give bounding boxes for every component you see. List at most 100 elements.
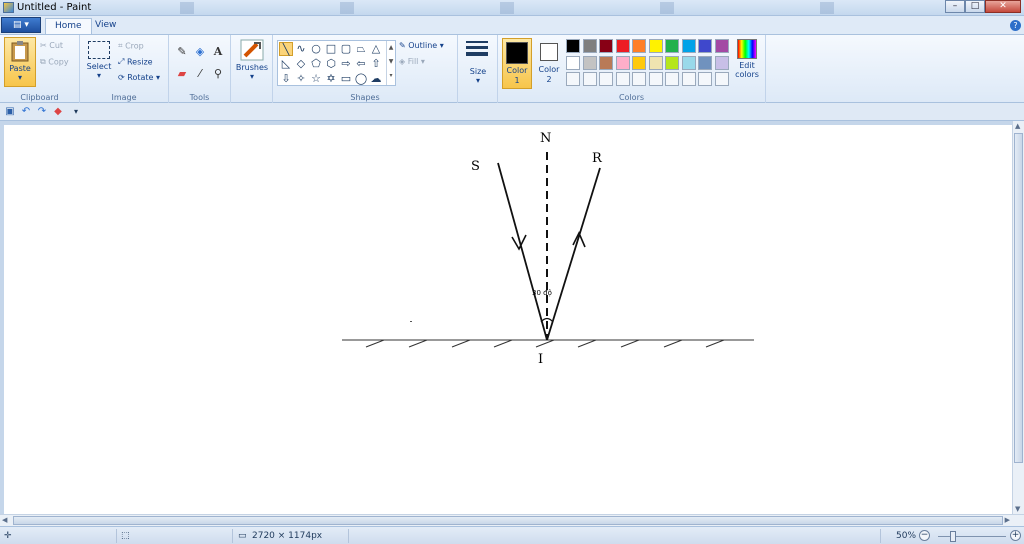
callout-shape-icon[interactable]: ▭: [339, 72, 353, 86]
maximize-button[interactable]: □: [965, 0, 985, 13]
undo-icon[interactable]: ↶: [20, 106, 32, 118]
palette-swatch[interactable]: [582, 55, 597, 70]
palette-swatch[interactable]: [632, 39, 646, 53]
cut-button[interactable]: ✂ Cut: [40, 41, 63, 50]
drawing-canvas[interactable]: N S R I 30 độ: [4, 125, 1012, 514]
close-button[interactable]: ✕: [985, 0, 1021, 13]
pencil-icon[interactable]: ✎: [174, 43, 190, 59]
magnifier-icon[interactable]: ⚲: [210, 65, 226, 81]
horizontal-scrollbar[interactable]: ◀ ▶: [0, 514, 1024, 526]
redo-icon[interactable]: ↷: [36, 106, 48, 118]
right-triangle-shape-icon[interactable]: ◺: [279, 57, 293, 71]
rotate-button[interactable]: ⟳ Rotate ▾: [118, 73, 160, 82]
palette-swatch[interactable]: [615, 39, 630, 53]
palette-swatch[interactable]: [582, 72, 597, 86]
palette-swatch[interactable]: [599, 72, 613, 86]
palette-swatch[interactable]: [566, 55, 580, 70]
hexagon-shape-icon[interactable]: ⬡: [324, 57, 338, 71]
brushes-button[interactable]: Brushes ▾: [235, 39, 269, 81]
scroll-right-icon[interactable]: ▶: [1005, 516, 1010, 524]
pentagon-shape-icon[interactable]: ⬠: [309, 57, 323, 71]
palette-swatch[interactable]: [665, 72, 679, 86]
zoom-slider-track[interactable]: [938, 536, 1006, 537]
palette-swatch[interactable]: [615, 72, 630, 86]
palette-swatch[interactable]: [698, 39, 712, 53]
eraser-icon[interactable]: ▰: [174, 65, 190, 81]
palette-swatch[interactable]: [714, 55, 729, 70]
shapes-gallery-scroll[interactable]: ▲ ▼ ▾: [386, 41, 395, 85]
tab-home[interactable]: Home: [45, 18, 92, 34]
crop-button[interactable]: ⌗ Crop: [118, 41, 144, 51]
six-point-star-shape-icon[interactable]: ✡: [324, 72, 338, 86]
triangle-shape-icon[interactable]: △: [369, 42, 383, 56]
palette-swatch[interactable]: [698, 72, 712, 86]
zoom-in-icon[interactable]: +: [1010, 530, 1021, 541]
line-shape-icon[interactable]: ╲: [279, 42, 293, 56]
eraser-qat-icon[interactable]: ◆: [52, 106, 64, 118]
right-arrow-shape-icon[interactable]: ⇨: [339, 57, 353, 71]
palette-swatch[interactable]: [566, 72, 580, 86]
horizontal-scroll-thumb[interactable]: [13, 516, 1003, 525]
up-arrow-shape-icon[interactable]: ⇧: [369, 57, 383, 71]
zoom-slider-thumb[interactable]: [950, 531, 956, 542]
palette-swatch[interactable]: [632, 55, 646, 70]
scroll-down-icon[interactable]: ▼: [1015, 505, 1020, 513]
palette-swatch[interactable]: [714, 39, 729, 53]
palette-swatch[interactable]: [599, 55, 613, 70]
help-icon[interactable]: ?: [1010, 20, 1021, 31]
polygon-shape-icon[interactable]: ⏢: [354, 42, 368, 56]
oval-shape-icon[interactable]: ○: [309, 42, 323, 56]
palette-swatch[interactable]: [665, 55, 679, 70]
palette-swatch[interactable]: [698, 55, 712, 70]
outline-button[interactable]: ✎ Outline ▾: [399, 41, 444, 50]
palette-swatch[interactable]: [582, 39, 597, 53]
vertical-scrollbar[interactable]: ▲ ▼: [1012, 121, 1024, 514]
left-arrow-shape-icon[interactable]: ⇦: [354, 57, 368, 71]
select-button[interactable]: Select ▾: [84, 41, 114, 80]
palette-swatch[interactable]: [681, 39, 696, 53]
text-tool-icon[interactable]: A: [210, 43, 226, 59]
diamond-shape-icon[interactable]: ◇: [294, 57, 308, 71]
palette-swatch[interactable]: [566, 39, 580, 53]
fill-button[interactable]: ◈ Fill ▾: [399, 57, 425, 66]
paste-button[interactable]: Paste ▾: [4, 37, 36, 87]
palette-swatch[interactable]: [648, 55, 663, 70]
palette-swatch[interactable]: [615, 55, 630, 70]
edit-colors-button[interactable]: Edit colors: [732, 39, 762, 79]
vertical-scroll-thumb[interactable]: [1014, 133, 1023, 463]
color-picker-icon[interactable]: ⁄: [192, 65, 208, 81]
color2-button[interactable]: Color 2: [534, 38, 564, 89]
shapes-group: ╲ ∿ ○ □ ▢ ⏢ △ ◺ ◇ ⬠ ⬡ ⇨ ⇦ ⇧ ⇩ ✧ ☆ ✡ ▭ ◯ …: [273, 35, 458, 103]
copy-button[interactable]: ⧉ Copy: [40, 57, 69, 67]
scroll-left-icon[interactable]: ◀: [2, 516, 7, 524]
palette-swatch[interactable]: [648, 39, 663, 53]
fill-bucket-icon[interactable]: ◈: [192, 43, 208, 59]
curve-shape-icon[interactable]: ∿: [294, 42, 308, 56]
resize-button[interactable]: ⤢ Resize: [118, 57, 153, 67]
zoom-out-icon[interactable]: −: [919, 530, 930, 541]
scroll-up-icon[interactable]: ▲: [1015, 122, 1020, 130]
palette-swatch[interactable]: [681, 72, 696, 86]
down-arrow-shape-icon[interactable]: ⇩: [279, 72, 293, 86]
customize-toolbar-icon[interactable]: ▾: [70, 106, 82, 118]
minimize-button[interactable]: –: [945, 0, 965, 13]
five-point-star-shape-icon[interactable]: ☆: [309, 72, 323, 86]
four-point-star-shape-icon[interactable]: ✧: [294, 72, 308, 86]
zoom-level: 50%: [896, 531, 917, 541]
palette-swatch[interactable]: [632, 72, 646, 86]
oval-callout-shape-icon[interactable]: ◯: [354, 72, 368, 86]
size-button[interactable]: Size ▾: [458, 67, 498, 85]
rectangle-shape-icon[interactable]: □: [324, 42, 338, 56]
palette-swatch[interactable]: [599, 39, 613, 53]
file-menu-button[interactable]: ▤ ▾: [1, 17, 41, 33]
palette-swatch[interactable]: [665, 39, 679, 53]
save-icon[interactable]: ▣: [4, 106, 16, 118]
cloud-callout-shape-icon[interactable]: ☁: [369, 72, 383, 86]
color1-button[interactable]: Color 1: [502, 38, 532, 89]
rounded-rectangle-shape-icon[interactable]: ▢: [339, 42, 353, 56]
status-separator: [348, 529, 349, 543]
palette-swatch[interactable]: [648, 72, 663, 86]
palette-swatch[interactable]: [714, 72, 729, 86]
tab-view[interactable]: View: [86, 18, 125, 34]
palette-swatch[interactable]: [681, 55, 696, 70]
